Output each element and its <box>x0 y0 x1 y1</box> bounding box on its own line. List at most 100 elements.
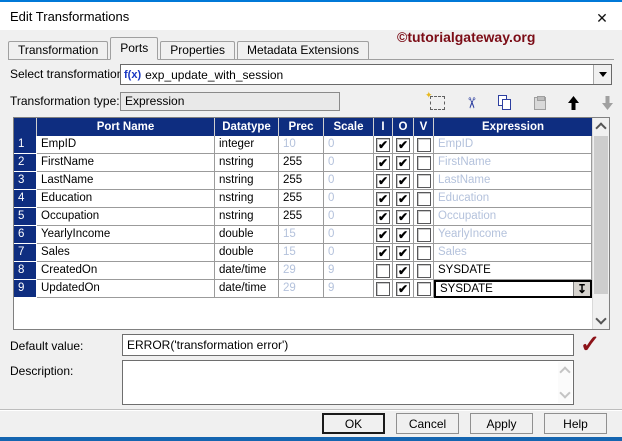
row-number-cell[interactable]: 6 <box>14 226 37 244</box>
port-name-cell[interactable]: UpdatedOn <box>37 280 215 298</box>
scale-cell[interactable]: 0 <box>324 226 374 244</box>
row-number-cell[interactable]: 5 <box>14 208 37 226</box>
row-number-cell[interactable]: 3 <box>14 172 37 190</box>
expression-cell[interactable]: Education <box>434 190 592 208</box>
new-port-icon[interactable]: ✦ <box>429 95 446 112</box>
port-name-cell[interactable]: EmpID <box>37 136 215 154</box>
row-number-cell[interactable]: 9 <box>14 280 37 298</box>
scale-cell[interactable]: 0 <box>324 136 374 154</box>
copy-icon[interactable] <box>497 95 514 112</box>
help-button[interactable]: Help <box>544 413 607 434</box>
close-icon[interactable]: ✕ <box>591 8 613 28</box>
input-port-checkbox[interactable]: ✔ <box>376 138 390 152</box>
variable-port-checkbox[interactable] <box>417 246 431 260</box>
default-value-input[interactable] <box>122 334 574 356</box>
description-textarea[interactable] <box>122 360 574 405</box>
port-name-cell[interactable]: LastName <box>37 172 215 190</box>
scale-cell[interactable]: 0 <box>324 172 374 190</box>
port-name-cell[interactable]: Sales <box>37 244 215 262</box>
scale-cell[interactable]: 0 <box>324 154 374 172</box>
expression-cell[interactable]: EmpID <box>434 136 592 154</box>
output-port-checkbox[interactable]: ✔ <box>396 246 410 260</box>
port-name-cell[interactable]: Occupation <box>37 208 215 226</box>
scale-cell[interactable]: 9 <box>324 262 374 280</box>
output-port-checkbox[interactable]: ✔ <box>396 282 410 296</box>
expression-cell[interactable]: YearlyIncome <box>434 226 592 244</box>
variable-port-checkbox[interactable] <box>417 138 431 152</box>
prec-cell[interactable]: 255 <box>279 190 324 208</box>
input-port-checkbox[interactable]: ✔ <box>376 228 390 242</box>
row-number-cell[interactable]: 8 <box>14 262 37 280</box>
cut-icon[interactable]: ✂ <box>463 95 480 112</box>
input-port-checkbox[interactable]: ✔ <box>376 156 390 170</box>
expression-cell[interactable]: LastName <box>434 172 592 190</box>
variable-port-checkbox[interactable] <box>417 192 431 206</box>
output-port-checkbox[interactable]: ✔ <box>396 210 410 224</box>
tab-transformation[interactable]: Transformation <box>8 41 108 59</box>
scale-cell[interactable]: 0 <box>324 244 374 262</box>
tab-metadata-extensions[interactable]: Metadata Extensions <box>237 41 369 59</box>
prec-cell[interactable]: 10 <box>279 136 324 154</box>
datatype-cell[interactable]: double <box>215 244 279 262</box>
output-port-checkbox[interactable]: ✔ <box>396 138 410 152</box>
prec-cell[interactable]: 255 <box>279 172 324 190</box>
tab-properties[interactable]: Properties <box>160 41 235 59</box>
output-port-checkbox[interactable]: ✔ <box>396 156 410 170</box>
datatype-cell[interactable]: nstring <box>215 190 279 208</box>
prec-cell[interactable]: 15 <box>279 244 324 262</box>
prec-cell[interactable]: 255 <box>279 154 324 172</box>
datatype-cell[interactable]: date/time <box>215 280 279 298</box>
scale-cell[interactable]: 9 <box>324 280 374 298</box>
input-port-checkbox[interactable]: ✔ <box>376 174 390 188</box>
variable-port-checkbox[interactable] <box>417 210 431 224</box>
scroll-down-icon[interactable] <box>595 313 606 324</box>
variable-port-checkbox[interactable] <box>417 156 431 170</box>
variable-port-checkbox[interactable] <box>417 264 431 278</box>
datatype-cell[interactable]: nstring <box>215 208 279 226</box>
expression-cell[interactable]: Occupation <box>434 208 592 226</box>
variable-port-checkbox[interactable] <box>417 174 431 188</box>
cancel-button[interactable]: Cancel <box>396 413 459 434</box>
row-number-cell[interactable]: 4 <box>14 190 37 208</box>
expression-cell[interactable]: Sales <box>434 244 592 262</box>
scale-cell[interactable]: 0 <box>324 190 374 208</box>
input-port-checkbox[interactable]: ✔ <box>376 210 390 224</box>
row-number-cell[interactable]: 1 <box>14 136 37 154</box>
port-name-cell[interactable]: FirstName <box>37 154 215 172</box>
prec-cell[interactable]: 15 <box>279 226 324 244</box>
expression-cell[interactable]: SYSDATE↧ <box>434 280 592 298</box>
datatype-cell[interactable]: nstring <box>215 154 279 172</box>
variable-port-checkbox[interactable] <box>417 282 431 296</box>
ok-button[interactable]: OK <box>322 413 385 434</box>
prec-cell[interactable]: 29 <box>279 262 324 280</box>
validate-check-icon[interactable]: ✓ <box>580 330 600 359</box>
apply-button[interactable]: Apply <box>470 413 533 434</box>
combobox-dropdown-button[interactable] <box>593 65 611 84</box>
scrollbar-thumb[interactable] <box>594 136 608 294</box>
variable-port-checkbox[interactable] <box>417 228 431 242</box>
row-number-cell[interactable]: 2 <box>14 154 37 172</box>
output-port-checkbox[interactable]: ✔ <box>396 174 410 188</box>
expression-cell[interactable]: FirstName <box>434 154 592 172</box>
row-number-cell[interactable]: 7 <box>14 244 37 262</box>
open-expression-editor-button[interactable]: ↧ <box>573 282 590 296</box>
tab-ports[interactable]: Ports <box>110 37 158 60</box>
description-scrollbar[interactable] <box>558 362 572 403</box>
input-port-checkbox[interactable] <box>376 282 390 296</box>
port-name-cell[interactable]: CreatedOn <box>37 262 215 280</box>
output-port-checkbox[interactable]: ✔ <box>396 264 410 278</box>
datatype-cell[interactable]: date/time <box>215 262 279 280</box>
table-vertical-scrollbar[interactable] <box>592 118 609 329</box>
prec-cell[interactable]: 255 <box>279 208 324 226</box>
input-port-checkbox[interactable]: ✔ <box>376 192 390 206</box>
output-port-checkbox[interactable]: ✔ <box>396 192 410 206</box>
input-port-checkbox[interactable]: ✔ <box>376 246 390 260</box>
input-port-checkbox[interactable] <box>376 264 390 278</box>
datatype-cell[interactable]: double <box>215 226 279 244</box>
expression-cell[interactable]: SYSDATE <box>434 262 592 280</box>
datatype-cell[interactable]: nstring <box>215 172 279 190</box>
scroll-up-icon[interactable] <box>595 122 606 133</box>
datatype-cell[interactable]: integer <box>215 136 279 154</box>
port-name-cell[interactable]: Education <box>37 190 215 208</box>
scale-cell[interactable]: 0 <box>324 208 374 226</box>
